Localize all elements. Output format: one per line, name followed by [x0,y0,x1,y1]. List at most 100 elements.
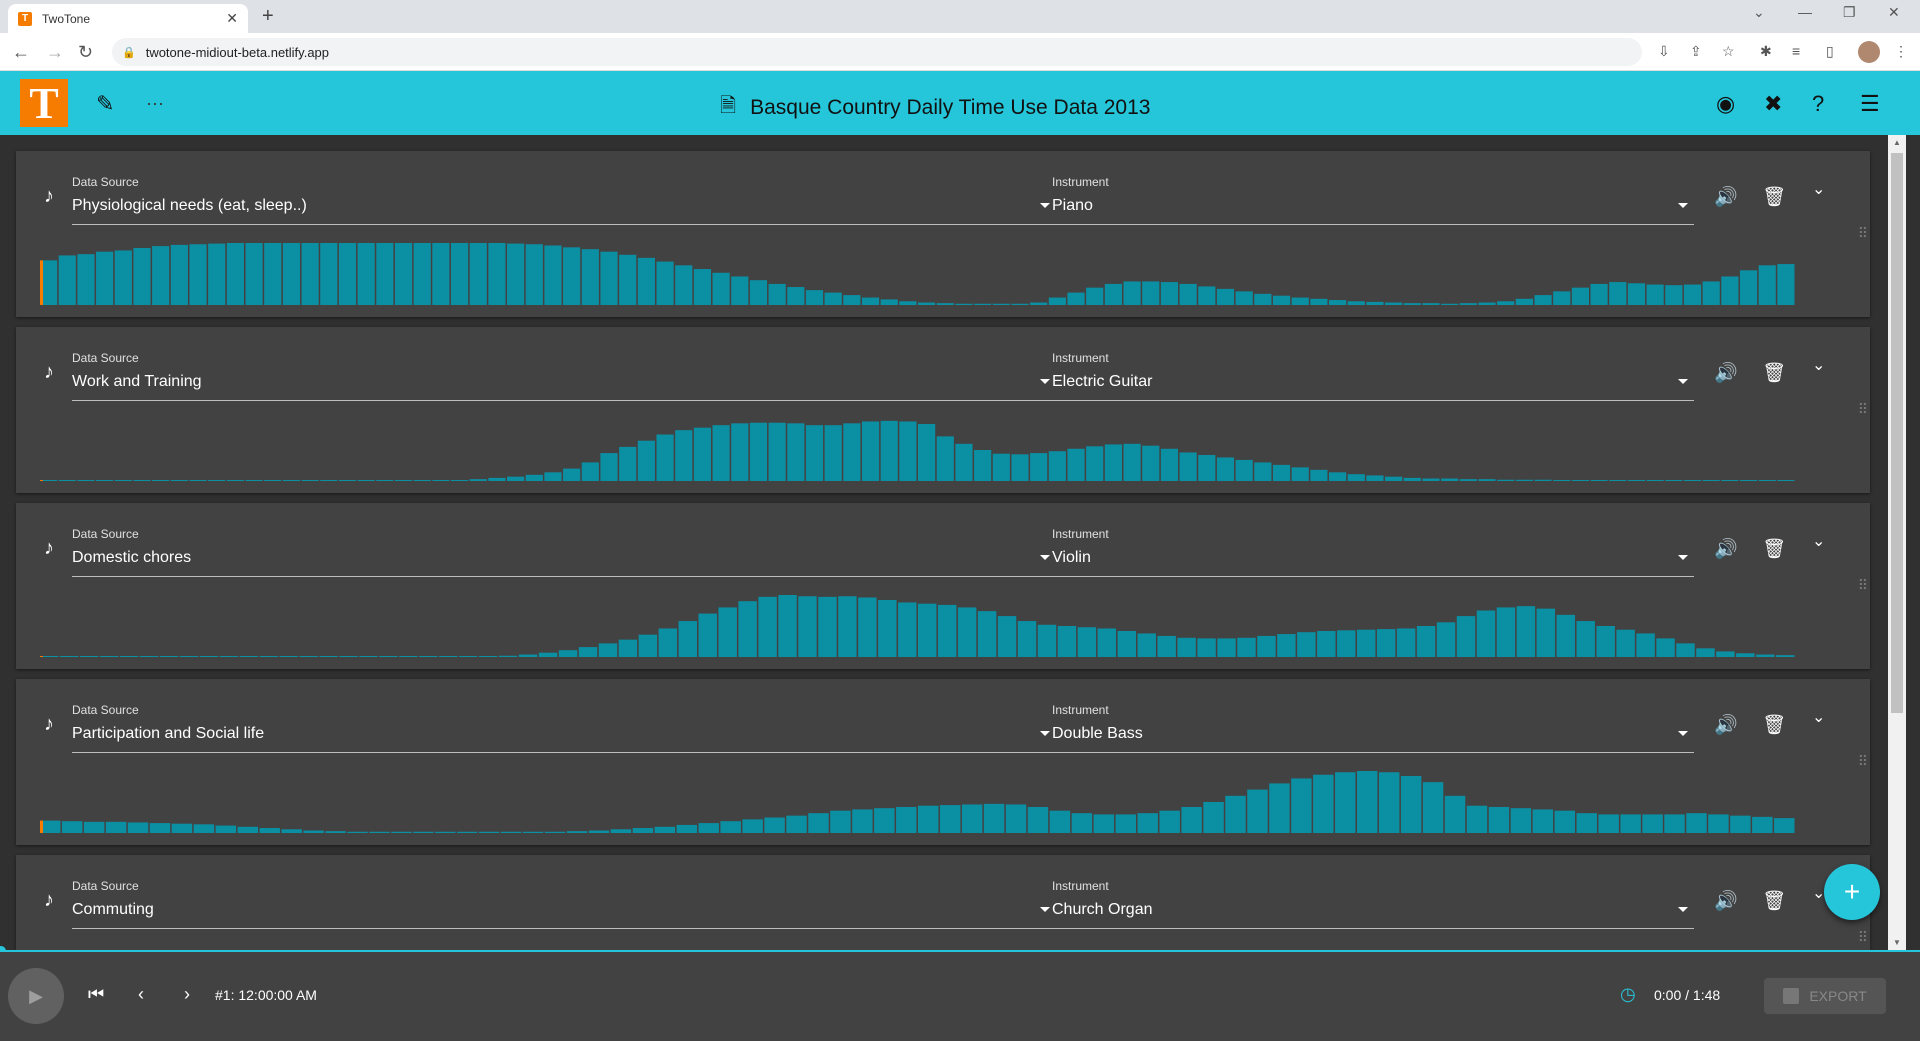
scroll-up-icon[interactable]: ▲ [1893,138,1901,147]
restore-icon[interactable]: ❐ [1843,4,1856,21]
data-source-select[interactable]: Participation and Social life [72,723,1056,753]
minimize-icon[interactable]: — [1798,4,1812,20]
expand-icon[interactable]: ⌄ [1812,355,1825,375]
delete-icon[interactable]: 🗑 [1762,361,1786,385]
install-icon[interactable]: ⇩ [1658,43,1670,60]
data-bar [861,421,880,481]
new-tab-icon[interactable]: + [262,5,274,28]
data-bar [1277,634,1296,657]
data-bar [1403,477,1421,481]
data-bar [152,480,170,481]
step-back-icon[interactable]: ‹ [138,984,144,1005]
volume-icon[interactable]: 🔊 [1714,185,1738,209]
delete-icon[interactable]: 🗑 [1762,185,1786,209]
data-bar [698,823,719,833]
data-bar [357,480,375,481]
expand-icon[interactable]: ⌄ [1812,179,1825,199]
data-bar [600,453,618,481]
more-icon[interactable]: ··· [146,93,164,114]
delete-file-icon[interactable]: ✖ [1764,91,1782,117]
side-panel-icon[interactable]: ▯ [1826,43,1834,60]
scroll-thumb[interactable] [1891,153,1903,713]
delete-icon[interactable]: 🗑 [1762,889,1786,913]
list-icon[interactable]: ☰ [1860,91,1880,117]
tracks-list: ♪ Data Source Physiological needs (eat, … [0,135,1888,950]
data-bar [898,602,917,657]
data-bar [1027,806,1049,833]
data-bar [1571,287,1590,305]
data-bar [1396,628,1416,657]
data-source-select[interactable]: Work and Training [72,371,1056,401]
help-icon[interactable]: ? [1812,91,1824,117]
skip-start-icon[interactable]: ⏮ [88,984,104,1005]
scrollbar[interactable]: ▲ ▼ [1888,135,1906,950]
data-bar [749,422,768,481]
data-bar [675,265,693,305]
forward-icon[interactable]: → [46,42,64,63]
volume-icon[interactable]: 🔊 [1714,713,1738,737]
share-icon[interactable]: ⇪ [1690,43,1702,60]
browser-tab[interactable]: T TwoTone ✕ [8,4,248,33]
data-bar [1752,816,1773,833]
data-bar [1456,616,1476,657]
app-logo[interactable]: T [20,79,68,128]
data-bar [281,829,302,833]
data-source-select[interactable]: Commuting [72,899,1056,929]
back-icon[interactable]: ← [12,42,30,63]
data-bar [805,425,824,481]
page-title: 🗎 Basque Country Daily Time Use Data 201… [720,91,1150,125]
tab-close-icon[interactable]: ✕ [226,10,238,27]
drag-handle-icon[interactable]: ⠿ [1858,929,1868,946]
close-window-icon[interactable]: ✕ [1888,4,1900,21]
reload-icon[interactable]: ↻ [78,42,93,63]
data-bar [1310,298,1328,305]
tab-search-icon[interactable]: ⌄ [1753,4,1765,21]
data-bar [525,474,543,481]
media-icon[interactable]: ≡ [1792,43,1800,59]
drag-handle-icon[interactable]: ⠿ [1858,577,1868,594]
data-bar [189,480,207,481]
data-bar [1254,462,1272,481]
edit-notes-icon[interactable]: ✎ [96,91,114,117]
expand-icon[interactable]: ⌄ [1812,531,1825,551]
volume-icon[interactable]: 🔊 [1714,537,1738,561]
data-bar [338,243,357,305]
timer-icon[interactable]: ◷ [1620,984,1636,1005]
volume-icon[interactable]: 🔊 [1714,889,1738,913]
palette-icon[interactable]: ◉ [1716,91,1735,117]
volume-icon[interactable]: 🔊 [1714,361,1738,385]
instrument-select[interactable]: Electric Guitar [1052,371,1694,401]
scroll-down-icon[interactable]: ▼ [1893,938,1901,947]
menu-dots-icon[interactable]: ⋮ [1894,43,1908,60]
data-bar [1385,302,1403,305]
extensions-icon[interactable]: ✱ [1760,43,1772,60]
instrument-select[interactable]: Church Organ [1052,899,1694,929]
delete-icon[interactable]: 🗑 [1762,713,1786,737]
star-icon[interactable]: ☆ [1722,43,1735,60]
url-field[interactable]: 🔒 twotone-midiout-beta.netlify.app [112,38,1642,66]
drag-handle-icon[interactable]: ⠿ [1858,225,1868,242]
export-button[interactable]: EXPORT [1764,978,1886,1014]
data-bar [1422,782,1444,833]
data-bar [1708,814,1729,833]
data-source-select[interactable]: Domestic chores [72,547,1056,577]
drag-handle-icon[interactable]: ⠿ [1858,401,1868,418]
add-track-button[interactable]: + [1824,864,1880,920]
profile-avatar[interactable] [1858,41,1880,63]
play-button[interactable]: ▶ [8,968,64,1024]
data-source-select[interactable]: Physiological needs (eat, sleep..) [72,195,1056,225]
data-bar [637,440,655,481]
drag-handle-icon[interactable]: ⠿ [1858,753,1868,770]
data-bar [77,254,95,305]
data-bar [61,821,83,833]
instrument-select[interactable]: Piano [1052,195,1694,225]
data-bar [469,479,487,481]
data-bar [105,821,127,833]
data-bar [764,817,785,833]
delete-icon[interactable]: 🗑 [1762,537,1786,561]
step-forward-icon[interactable]: › [184,984,190,1005]
instrument-select[interactable]: Violin [1052,547,1694,577]
track-card: ♪ Data Source Work and Training Instrume… [16,327,1870,493]
instrument-select[interactable]: Double Bass [1052,723,1694,753]
expand-icon[interactable]: ⌄ [1812,707,1825,727]
